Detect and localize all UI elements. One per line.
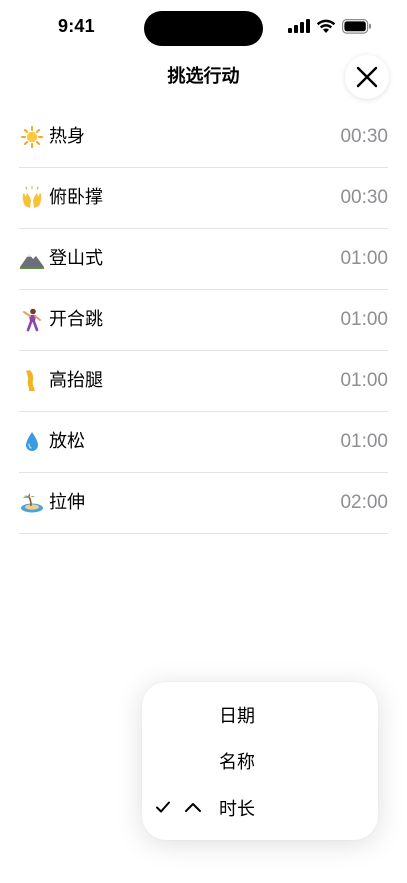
sort-option-duration[interactable]: 时长	[142, 785, 378, 831]
battery-icon	[342, 18, 371, 34]
mountain-icon	[20, 247, 44, 271]
exercise-duration: 00:30	[340, 187, 388, 208]
list-item[interactable]: 高抬腿 01:00	[19, 351, 388, 412]
exercise-name: 放松	[49, 431, 85, 452]
exercise-duration: 01:00	[340, 309, 388, 330]
leg-icon	[20, 369, 44, 393]
list-item[interactable]: 登山式 01:00	[19, 229, 388, 290]
sort-menu: 日期 名称 时长	[142, 682, 378, 840]
cellular-signal-icon	[288, 19, 310, 33]
list-item[interactable]: 放松 01:00	[19, 412, 388, 473]
status-bar: 9:41	[0, 0, 407, 54]
exercise-duration: 01:00	[340, 248, 388, 269]
sun-icon	[20, 125, 44, 149]
list-item[interactable]: 热身 00:30	[19, 107, 388, 168]
close-button[interactable]	[345, 55, 389, 99]
exercise-name: 热身	[49, 126, 85, 147]
sort-option-label: 名称	[219, 752, 255, 773]
exercise-name: 高抬腿	[49, 370, 103, 391]
exercise-name: 俯卧撑	[49, 187, 103, 208]
list-item[interactable]: 俯卧撑 00:30	[19, 168, 388, 229]
wifi-icon	[316, 19, 336, 33]
close-icon	[356, 66, 378, 88]
droplet-icon	[20, 430, 44, 454]
dancer-icon	[20, 308, 44, 332]
sort-option-date[interactable]: 日期	[142, 692, 378, 738]
list-item[interactable]: 开合跳 01:00	[19, 290, 388, 351]
dynamic-island	[144, 11, 263, 46]
sort-option-label: 时长	[219, 799, 255, 820]
exercise-name: 登山式	[49, 248, 103, 269]
exercise-duration: 01:00	[340, 431, 388, 452]
exercise-duration: 02:00	[340, 492, 388, 513]
exercise-name: 拉伸	[49, 492, 85, 513]
status-icons	[288, 18, 372, 34]
exercise-list: 热身 00:30 俯卧撑 00:30 登山式 01:00 开合跳 01:00 高…	[19, 107, 388, 534]
sort-option-label: 日期	[219, 706, 255, 727]
raised-hands-icon	[20, 186, 44, 210]
island-icon	[20, 491, 44, 515]
list-item[interactable]: 拉伸 02:00	[19, 473, 388, 534]
exercise-duration: 00:30	[340, 126, 388, 147]
chevron-up-icon	[185, 803, 201, 812]
status-time: 9:41	[58, 16, 95, 36]
exercise-name: 开合跳	[49, 309, 103, 330]
checkmark-icon	[156, 801, 170, 813]
exercise-duration: 01:00	[340, 370, 388, 391]
sort-option-name[interactable]: 名称	[142, 738, 378, 784]
